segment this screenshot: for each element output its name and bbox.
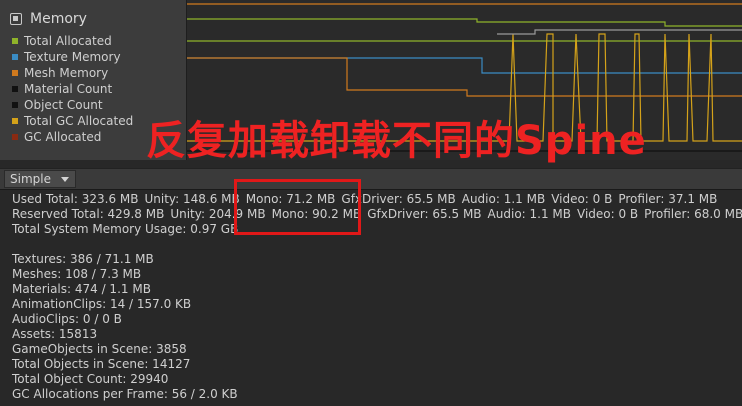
- chevron-down-icon: [61, 176, 69, 182]
- reserved-total-line: Reserved Total: 429.8 MB Unity: 204.9 MB M…: [12, 207, 742, 222]
- asset-stat-line: GameObjects in Scene: 3858: [12, 342, 187, 356]
- legend-item[interactable]: Material Count: [12, 81, 133, 97]
- legend-label: Material Count: [24, 82, 113, 96]
- legend-label: Mesh Memory: [24, 66, 109, 80]
- memory-module-title: Memory: [30, 11, 87, 27]
- legend-swatch[interactable]: [12, 102, 18, 108]
- legend-item[interactable]: Total GC Allocated: [12, 113, 133, 129]
- system-memory-line: Total System Memory Usage: 0.97 GB: [12, 222, 239, 236]
- chart-line-total-allocated: [187, 18, 742, 27]
- legend-label: Texture Memory: [24, 50, 121, 64]
- stat-segment: Profiler: 37.1 MB: [618, 192, 718, 206]
- legend-label: Total Allocated: [24, 34, 112, 48]
- used-total-line: Used Total: 323.6 MB Unity: 148.6 MB Mono:…: [12, 192, 742, 207]
- legend-item[interactable]: GC Allocated: [12, 129, 133, 145]
- asset-stat-line: Total Object Count: 29940: [12, 372, 169, 386]
- legend-items: Total Allocated Texture Memory Mesh Memory…: [12, 33, 133, 145]
- stat-segment: Reserved Total: 429.8 MB: [12, 207, 165, 221]
- asset-stat-line: GC Allocations per Frame: 56 / 2.0 KB: [12, 387, 238, 401]
- stat-segment: Video: 0 B: [551, 192, 613, 206]
- memory-stats-panel: Used Total: 323.6 MB Unity: 148.6 MB Mono:…: [12, 192, 742, 402]
- asset-stat-line: Total Objects in Scene: 14127: [12, 357, 191, 371]
- asset-stat-line: Meshes: 108 / 7.3 MB: [12, 267, 142, 281]
- stat-segment: GfxDriver: 65.5 MB: [367, 207, 482, 221]
- legend-swatch[interactable]: [12, 118, 18, 124]
- memory-chip-icon: [10, 13, 22, 25]
- stat-segment: Used Total: 323.6 MB: [12, 192, 139, 206]
- legend-swatch[interactable]: [12, 70, 18, 76]
- stat-segment: Unity: 148.6 MB: [144, 192, 240, 206]
- legend-label: GC Allocated: [24, 130, 102, 144]
- view-mode-dropdown[interactable]: Simple: [4, 170, 76, 188]
- view-mode-label: Simple: [10, 172, 51, 186]
- asset-stat-line: Textures: 386 / 71.1 MB: [12, 252, 154, 266]
- asset-stat-line: Materials: 474 / 1.1 MB: [12, 282, 151, 296]
- profiler-detail-toolbar: Simple: [0, 168, 742, 190]
- legend-item[interactable]: Mesh Memory: [12, 65, 133, 81]
- legend-swatch[interactable]: [12, 134, 18, 140]
- asset-stat-line: Assets: 15813: [12, 327, 98, 341]
- legend-label: Total GC Allocated: [24, 114, 134, 128]
- asset-stat-line: AudioClips: 0 / 0 B: [12, 312, 122, 326]
- stat-segment: Audio: 1.1 MB: [461, 192, 546, 206]
- memory-module-header[interactable]: Memory: [10, 9, 87, 29]
- legend-swatch[interactable]: [12, 38, 18, 44]
- legend-item[interactable]: Object Count: [12, 97, 133, 113]
- stat-segment: Video: 0 B: [577, 207, 639, 221]
- annotation-overlay-text: 反复加载卸载不同的Spine: [146, 118, 647, 164]
- legend-swatch[interactable]: [12, 54, 18, 60]
- stat-segment: Audio: 1.1 MB: [487, 207, 571, 221]
- mono-highlight-box: [234, 179, 361, 235]
- chart-line-object-count: [497, 29, 742, 35]
- asset-stats: Textures: 386 / 71.1 MB Meshes: 108 / 7.3…: [12, 252, 742, 402]
- legend-swatch[interactable]: [12, 86, 18, 92]
- asset-stat-line: AnimationClips: 14 / 157.0 KB: [12, 297, 192, 311]
- legend-item[interactable]: Total Allocated: [12, 33, 133, 49]
- stat-segment: Profiler: 68.0 MB: [644, 207, 742, 221]
- chart-line-texture-memory: [187, 57, 742, 74]
- chart-line-mesh-memory-2: [187, 57, 742, 97]
- legend-item[interactable]: Texture Memory: [12, 49, 133, 65]
- legend-label: Object Count: [24, 98, 103, 112]
